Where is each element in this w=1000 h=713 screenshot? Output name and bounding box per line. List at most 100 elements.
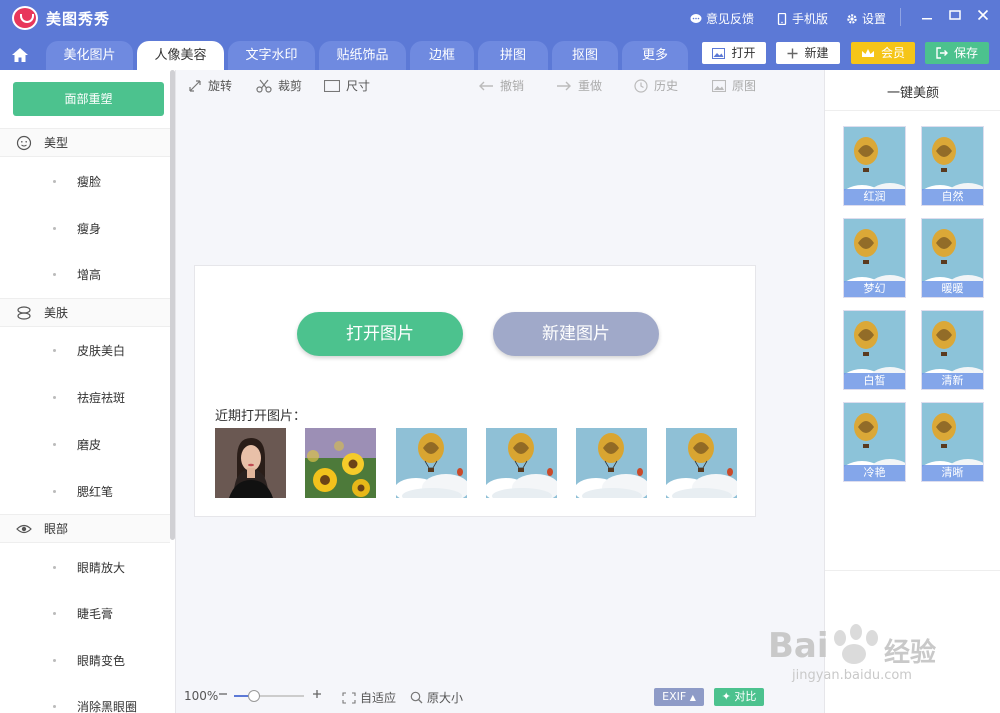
vip-button[interactable]: 会员 xyxy=(851,42,915,64)
new-button[interactable]: 新建 xyxy=(776,42,840,64)
original-button[interactable]: 原图 xyxy=(712,77,756,94)
sunflower-photo xyxy=(305,428,376,498)
sidebar-item-enlarge-eyes[interactable]: 眼睛放大 xyxy=(0,557,170,577)
recent-thumbnail-balloon[interactable] xyxy=(396,428,467,498)
sidebar-item-whitening[interactable]: 皮肤美白 xyxy=(0,340,170,360)
maximize-icon xyxy=(949,10,961,20)
balloon-photo xyxy=(576,428,647,498)
effect-dreamy[interactable]: 梦幻 xyxy=(843,218,906,298)
zoom-in-button[interactable] xyxy=(312,689,322,699)
redo-button[interactable]: 重做 xyxy=(556,77,602,94)
baidu-watermark: Bai 经验 jingyan.baidu.com xyxy=(766,618,956,688)
image-icon xyxy=(712,47,726,59)
recent-thumbnail-balloon[interactable] xyxy=(486,428,557,498)
sidebar-item-label: 瘦身 xyxy=(77,221,102,236)
feedback-button[interactable]: 意见反馈 xyxy=(690,10,754,27)
new-image-button[interactable]: 新建图片 xyxy=(493,312,659,356)
effect-label: 冷艳 xyxy=(844,465,905,481)
minimize-button[interactable] xyxy=(918,8,936,26)
sidebar-item-slim-body[interactable]: 瘦身 xyxy=(0,218,170,238)
crop-button[interactable]: 裁剪 xyxy=(256,77,302,94)
effect-label: 清新 xyxy=(922,373,983,389)
recent-thumbnail-balloon[interactable] xyxy=(576,428,647,498)
clock-icon xyxy=(634,78,648,93)
settings-button[interactable]: 设置 xyxy=(846,10,886,27)
tab-stickers[interactable]: 贴纸饰品 xyxy=(319,41,406,70)
app-logo-icon xyxy=(12,6,38,30)
effect-label: 梦幻 xyxy=(844,281,905,297)
zoom-level: 100% xyxy=(184,689,219,703)
tab-collage[interactable]: 拼图 xyxy=(478,41,548,70)
sidebar-item-mascara[interactable]: 睫毛膏 xyxy=(0,603,170,623)
section-eyes[interactable]: 眼部 xyxy=(0,514,170,543)
section-shape[interactable]: 美型 xyxy=(0,128,170,157)
mobile-button[interactable]: 手机版 xyxy=(776,10,828,27)
recent-thumbnail-balloon[interactable] xyxy=(666,428,737,498)
sidebar-scrollbar[interactable] xyxy=(170,70,175,540)
history-button[interactable]: 历史 xyxy=(634,77,678,94)
magnifier-icon xyxy=(410,691,423,704)
plus-icon xyxy=(787,48,798,58)
fit-label: 自适应 xyxy=(360,691,397,705)
maximize-button[interactable] xyxy=(946,8,964,26)
tab-more[interactable]: 更多 xyxy=(622,41,688,70)
compare-button[interactable]: ✦ 对比 xyxy=(714,688,764,706)
sidebar-item-label: 瘦脸 xyxy=(77,174,102,189)
sidebar-item-heighten[interactable]: 增高 xyxy=(0,264,170,284)
section-eyes-label: 眼部 xyxy=(44,522,69,536)
sidebar-item-slim-face[interactable]: 瘦脸 xyxy=(0,171,170,191)
close-button[interactable] xyxy=(974,8,992,26)
open-image-button[interactable]: 打开图片 xyxy=(297,312,463,356)
sidebar-item-eye-color[interactable]: 眼睛变色 xyxy=(0,650,170,670)
minus-icon xyxy=(219,693,227,695)
rotate-label: 旋转 xyxy=(208,79,233,93)
effect-clear[interactable]: 清晰 xyxy=(921,402,984,482)
fit-button[interactable]: 自适应 xyxy=(342,689,396,706)
sidebar-item-label: 皮肤美白 xyxy=(77,343,126,358)
zoom-out-button[interactable] xyxy=(218,689,228,699)
actual-size-button[interactable]: 原大小 xyxy=(410,689,463,706)
titlebar-divider xyxy=(900,8,901,26)
zoom-slider-handle[interactable] xyxy=(247,690,260,702)
plus-icon xyxy=(313,690,321,698)
open-button[interactable]: 打开 xyxy=(702,42,766,64)
exif-button[interactable]: EXIF ▲ xyxy=(654,688,704,706)
tab-portrait[interactable]: 人像美容 xyxy=(137,41,224,70)
bullet-icon xyxy=(53,442,56,446)
watermark-brand: Bai xyxy=(768,626,829,666)
effect-rosy[interactable]: 红润 xyxy=(843,126,906,206)
sidebar-item-acne[interactable]: 祛痘祛斑 xyxy=(0,387,170,407)
effect-natural[interactable]: 自然 xyxy=(921,126,984,206)
zoom-slider[interactable] xyxy=(234,690,304,702)
rotate-button[interactable]: 旋转 xyxy=(188,77,232,94)
home-button[interactable] xyxy=(0,40,40,70)
sidebar-item-smooth[interactable]: 磨皮 xyxy=(0,434,170,454)
vip-label: 会员 xyxy=(880,46,905,60)
sidebar-item-dark-circles[interactable]: 消除黑眼圈 xyxy=(0,696,170,713)
recent-thumbnail-portrait[interactable] xyxy=(215,428,286,498)
tab-frame[interactable]: 边框 xyxy=(410,41,474,70)
sidebar-item-blush[interactable]: 腮红笔 xyxy=(0,481,170,501)
effect-cool[interactable]: 冷艳 xyxy=(843,402,906,482)
bullet-icon xyxy=(53,658,56,662)
effect-fair[interactable]: 白皙 xyxy=(843,310,906,390)
recent-thumbnail-sunflowers[interactable] xyxy=(305,428,376,498)
section-skin[interactable]: 美肤 xyxy=(0,298,170,327)
sidebar-item-label: 磨皮 xyxy=(77,437,102,452)
save-button[interactable]: 保存 xyxy=(925,42,989,64)
size-button[interactable]: 尺寸 xyxy=(324,77,370,94)
tab-cutout[interactable]: 抠图 xyxy=(552,41,618,70)
face-reshape-button[interactable]: 面部重塑 xyxy=(13,82,164,116)
picture-icon xyxy=(712,79,726,92)
actual-size-label: 原大小 xyxy=(427,691,464,705)
tab-text-watermark[interactable]: 文字水印 xyxy=(228,41,315,70)
tab-beautify[interactable]: 美化图片 xyxy=(46,41,133,70)
effect-fresh[interactable]: 清新 xyxy=(921,310,984,390)
effect-warm[interactable]: 暖暖 xyxy=(921,218,984,298)
bullet-icon xyxy=(53,348,56,352)
original-label: 原图 xyxy=(732,79,757,93)
watermark-brand-cn: 经验 xyxy=(884,638,937,668)
undo-button[interactable]: 撤销 xyxy=(478,77,524,94)
left-sidebar: 面部重塑 美型 瘦脸 瘦身 增高 美肤 皮肤美白 祛痘祛斑 磨皮 腮红笔 眼部 … xyxy=(0,70,176,713)
gear-icon xyxy=(847,13,857,24)
